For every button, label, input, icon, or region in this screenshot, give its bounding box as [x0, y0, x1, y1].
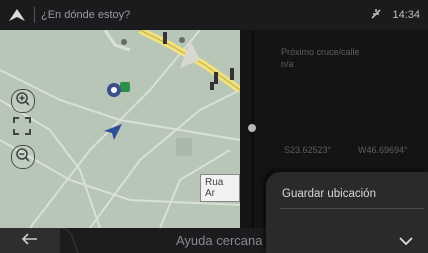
street-label: Rua Ar: [200, 174, 240, 202]
back-arrow-icon: [21, 232, 38, 250]
position-arrow-icon: [104, 124, 122, 145]
clock-time: 14:34: [392, 9, 420, 21]
zoom-in-icon: [16, 91, 30, 111]
save-location-option[interactable]: Guardar ubicación: [282, 188, 376, 200]
fit-view-button[interactable]: [11, 116, 33, 140]
chevron-down-icon: [399, 232, 413, 250]
longitude-value: W46.69694°: [358, 145, 408, 155]
zoom-in-button[interactable]: [11, 89, 35, 113]
navigation-arrow-icon[interactable]: [0, 0, 34, 30]
back-button[interactable]: [0, 228, 60, 253]
status-area: 14:34: [370, 0, 420, 30]
fullscreen-icon: [13, 116, 31, 140]
menu-toggle-button[interactable]: [384, 228, 428, 253]
zoom-out-icon: [16, 147, 30, 167]
map-view[interactable]: Rua Ar 100m: [0, 30, 240, 228]
page-title: ¿En dónde estoy?: [41, 9, 131, 21]
option-divider: [280, 208, 424, 209]
next-street-value: n/a: [281, 59, 294, 69]
poi-icon[interactable]: [106, 82, 122, 103]
latitude-value: S23.62523°: [284, 145, 332, 155]
zoom-out-button[interactable]: [11, 145, 35, 169]
next-street-label: Próximo cruce/calle: [281, 47, 360, 57]
gps-off-icon: [370, 8, 382, 23]
panel-handle[interactable]: [248, 124, 256, 132]
top-bar: ¿En dónde estoy? 14:34: [0, 0, 428, 30]
title-divider: [34, 7, 35, 23]
nearby-help-button[interactable]: Ayuda cercana: [176, 233, 263, 248]
